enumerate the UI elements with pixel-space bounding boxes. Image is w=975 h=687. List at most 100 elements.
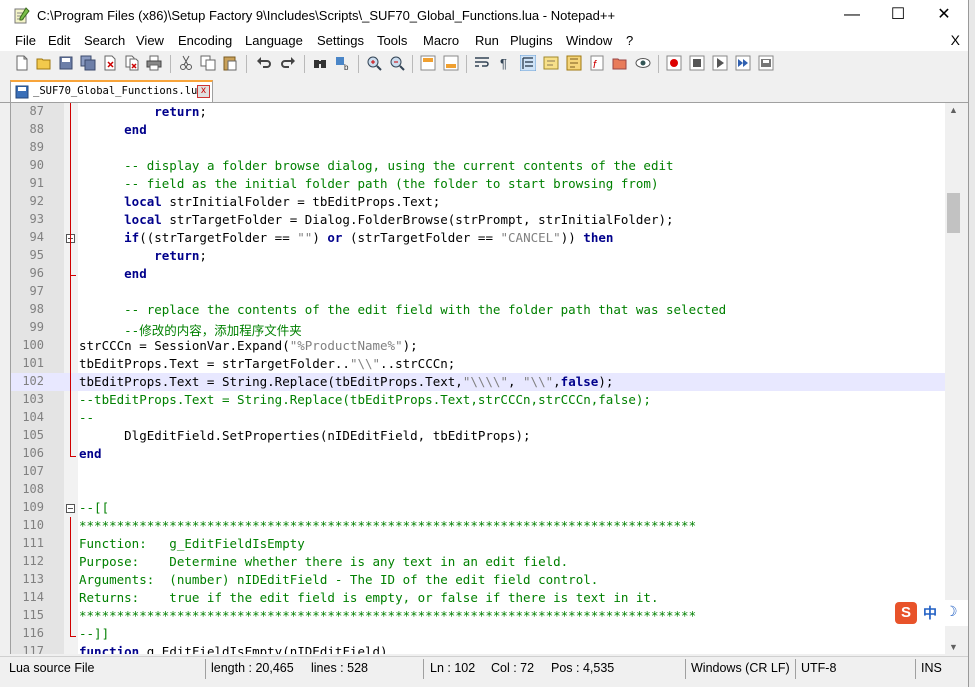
scroll-down-icon[interactable]: ▼ [949,642,958,652]
sogou-logo-icon[interactable]: S [895,602,917,624]
copy-icon[interactable] [200,55,216,71]
code-line[interactable]: 114 Returns: true if the edit field is em… [11,589,946,607]
play-macro-icon[interactable] [712,55,728,71]
code-line[interactable]: 106 end [11,445,946,463]
close-file-icon[interactable] [102,55,118,71]
print-icon[interactable] [146,55,162,71]
menu-run[interactable]: Run [475,33,499,48]
line-number: 103 [22,392,44,406]
document-map-icon[interactable] [566,55,582,71]
code-line[interactable]: 115 *************************************… [11,607,946,625]
sync-vertical-icon[interactable] [420,55,436,71]
stop-macro-icon[interactable] [689,55,705,71]
code-line[interactable]: 92 local strInitialFolder = tbEditProps.… [11,193,946,211]
fold-toggle-icon[interactable] [66,504,75,513]
save-icon[interactable] [58,55,74,71]
save-all-icon[interactable] [80,55,96,71]
code-line[interactable]: 101 tbEditProps.Text = strTargetFolder.."… [11,355,946,373]
show-all-chars-icon[interactable]: ¶ [497,55,513,71]
function-list-icon[interactable]: f [589,55,605,71]
maximize-button[interactable]: ☐ [875,0,921,31]
code-line[interactable]: 103 --tbEditProps.Text = String.Replace(t… [11,391,946,409]
code-line[interactable]: 113 Arguments: (number) nIDEditField - Th… [11,571,946,589]
menu-tools[interactable]: Tools [377,33,407,48]
monitoring-icon[interactable] [635,55,651,71]
code-line[interactable]: 102 tbEditProps.Text = String.Replace(tbE… [11,373,946,391]
run-macro-multiple-icon[interactable] [735,55,751,71]
code-line[interactable]: 94 if((strTargetFolder == "") or (strTar… [11,229,946,247]
menu-language[interactable]: Language [245,33,303,48]
zoom-out-icon[interactable] [389,55,405,71]
code-line[interactable]: 88 end [11,121,946,139]
undo-icon[interactable] [256,55,272,71]
menu-view[interactable]: View [136,33,164,48]
menu-search[interactable]: Search [84,33,125,48]
code-line[interactable]: 93 local strTargetFolder = Dialog.Folder… [11,211,946,229]
paste-icon[interactable] [222,55,238,71]
cut-icon[interactable] [178,55,194,71]
code-line[interactable]: 89 [11,139,946,157]
line-text: -- replace the contents of the edit fiel… [124,302,727,317]
new-file-icon[interactable] [14,55,30,71]
menu-macro[interactable]: Macro [423,33,459,48]
code-line[interactable]: 109 --[[ [11,499,946,517]
close-button[interactable]: ✕ [921,0,967,31]
save-macro-icon[interactable] [758,55,774,71]
scroll-thumb[interactable] [947,193,960,233]
scroll-up-icon[interactable]: ▲ [949,105,958,115]
line-number: 104 [22,410,44,424]
code-line[interactable]: 104 -- [11,409,946,427]
tab-suf70-global-functions[interactable]: _SUF70_Global_Functions.lua x [10,80,213,102]
code-line[interactable]: 99 --修改的内容，添加程序文件夹 [11,319,946,338]
code-line[interactable]: 111 Function: g_EditFieldIsEmpty [11,535,946,553]
code-line[interactable]: 100 strCCCn = SessionVar.Expand("%Product… [11,337,946,355]
svg-text:b: b [344,63,349,71]
replace-icon[interactable]: b [335,55,351,71]
folder-workspace-icon[interactable] [612,55,628,71]
tab-close-button[interactable]: x [197,85,210,98]
code-line[interactable]: 108 [11,481,946,499]
code-line[interactable]: 116 --]] [11,625,946,643]
title-bar[interactable]: C:\Program Files (x86)\Setup Factory 9\I… [0,0,968,31]
menu-file[interactable]: File [15,33,36,48]
code-line[interactable]: 90 -- display a folder browse dialog, us… [11,157,946,175]
menu-help[interactable]: ? [626,33,633,48]
menu-plugins[interactable]: Plugins [510,33,553,48]
code-line[interactable]: 117 function g_EditFieldIsEmpty(nIDEditFi… [11,643,946,654]
code-editor[interactable]: 87 return; 88 end 89 90 -- display a folder… [10,103,946,654]
ime-toolbar[interactable]: S 中 ☽ [893,600,968,626]
sync-horizontal-icon[interactable] [443,55,459,71]
record-macro-icon[interactable] [666,55,682,71]
menu-window[interactable]: Window [566,33,612,48]
code-line[interactable]: 110 *************************************… [11,517,946,535]
menu-encoding[interactable]: Encoding [178,33,232,48]
menu-settings[interactable]: Settings [317,33,364,48]
line-number: 106 [22,446,44,460]
status-divider [205,659,206,679]
user-language-icon[interactable] [543,55,559,71]
code-line[interactable]: 97 [11,283,946,301]
line-text: DlgEditField.SetProperties(nIDEditField,… [79,428,531,443]
moon-icon[interactable]: ☽ [945,603,958,620]
code-line[interactable]: 95 return; [11,247,946,265]
menu-edit[interactable]: Edit [48,33,70,48]
minimize-button[interactable]: — [829,0,875,31]
word-wrap-icon[interactable] [474,55,490,71]
code-line[interactable]: 91 -- field as the initial folder path (… [11,175,946,193]
toolbar-separator [246,55,247,73]
close-all-icon[interactable] [124,55,140,71]
zoom-in-icon[interactable] [366,55,382,71]
redo-icon[interactable] [280,55,296,71]
code-line[interactable]: 98 -- replace the contents of the edit f… [11,301,946,319]
ime-language-toggle[interactable]: 中 [923,603,937,623]
code-line[interactable]: 96 end [11,265,946,283]
open-file-icon[interactable] [36,55,52,71]
code-line[interactable]: 107 [11,463,946,481]
indent-guide-icon[interactable] [520,55,536,71]
vertical-scrollbar[interactable]: ▲ ▼ [945,103,962,654]
code-line[interactable]: 105 DlgEditField.SetProperties(nIDEditFi… [11,427,946,445]
code-line[interactable]: 112 Purpose: Determine whether there is a… [11,553,946,571]
close-document-button[interactable]: X [951,32,960,48]
find-icon[interactable] [312,55,328,71]
code-line[interactable]: 87 return; [11,103,946,121]
